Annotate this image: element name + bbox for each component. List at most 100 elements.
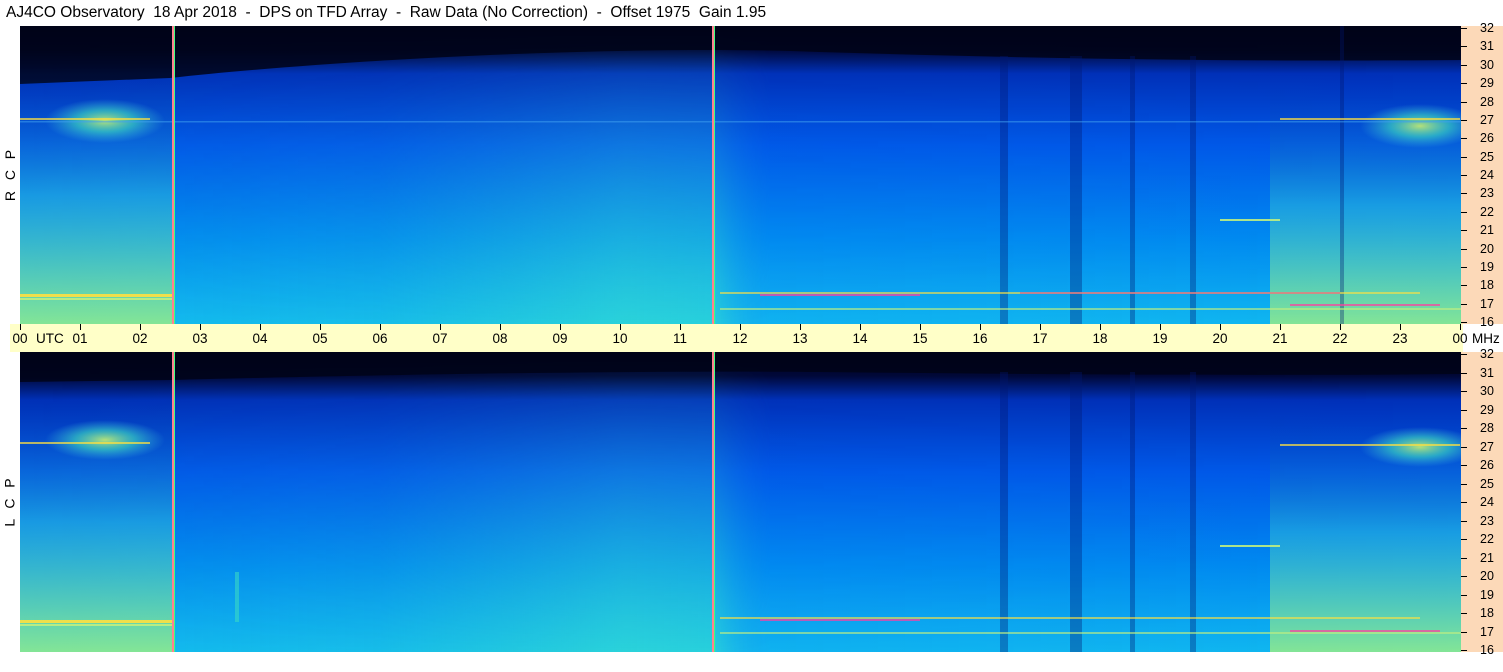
time-tick (140, 324, 141, 330)
time-tick (740, 324, 741, 330)
time-tick-label: 09 (552, 331, 568, 346)
freq-tick (1461, 193, 1467, 195)
time-tick (80, 324, 81, 330)
time-tick (620, 324, 621, 330)
time-tick (380, 324, 381, 330)
time-tick-label: 02 (132, 331, 148, 346)
time-axis: 00 01 02 03 04 05 06 07 08 09 10 11 12 13 14 15 16 17 18 19… (10, 324, 1500, 352)
time-tick (1400, 324, 1401, 330)
freq-tick (1461, 285, 1467, 287)
freq-tick-label: 16 (1480, 315, 1494, 329)
freq-tick (1461, 520, 1467, 522)
time-tick-label: 16 (972, 331, 988, 346)
freq-tick (1461, 613, 1467, 614)
freq-tick (1461, 446, 1467, 448)
time-tick (860, 324, 861, 330)
freq-tick (1461, 428, 1467, 429)
time-tick-label: 08 (492, 331, 508, 346)
time-tick (500, 324, 501, 330)
freq-tick (1461, 594, 1467, 596)
mhz-unit-label: MHz (1472, 331, 1500, 346)
freq-tick (1461, 557, 1467, 559)
freq-tick (1461, 650, 1467, 651)
freq-tick-label: 21 (1480, 550, 1494, 565)
utc-label: UTC (36, 331, 64, 346)
freq-tick-label: 25 (1480, 149, 1494, 164)
freq-tick-label: 29 (1480, 402, 1494, 417)
time-tick-label: 23 (1392, 331, 1408, 346)
time-tick-label: 15 (912, 331, 928, 346)
freq-tick-label: 25 (1480, 476, 1494, 491)
freq-tick-label: 20 (1480, 569, 1494, 583)
freq-tick-label: 17 (1480, 624, 1494, 639)
panel-label-lcp: L C P (0, 352, 20, 652)
freq-tick (1461, 539, 1467, 540)
freq-tick (1461, 64, 1467, 66)
time-tick (200, 324, 201, 330)
freq-tick-label: 26 (1480, 131, 1494, 146)
freq-tick (1461, 631, 1467, 633)
freq-tick (1461, 483, 1467, 485)
freq-tick-label: 26 (1480, 458, 1494, 472)
time-tick (1100, 324, 1101, 330)
freq-tick-label: 31 (1480, 365, 1494, 380)
freq-tick (1461, 248, 1467, 250)
freq-tick-label: 16 (1480, 643, 1494, 657)
freq-tick (1461, 83, 1467, 85)
time-tick (920, 324, 921, 330)
time-tick (1040, 324, 1041, 330)
time-tick (1280, 324, 1281, 330)
freq-tick (1461, 576, 1467, 577)
rcp-label-text: R C P (2, 148, 18, 202)
freq-tick (1461, 119, 1467, 121)
time-tick-label: 01 (72, 331, 88, 346)
freq-tick-label: 31 (1480, 39, 1494, 54)
freq-tick-label: 29 (1480, 76, 1494, 91)
lcp-label-text: L C P (2, 477, 18, 527)
freq-tick-label: 22 (1480, 204, 1494, 219)
freq-tick (1461, 391, 1467, 392)
time-tick (260, 324, 261, 330)
time-tick-label: 22 (1332, 331, 1348, 346)
time-tick-label: 13 (792, 331, 808, 346)
spectrogram-lcp[interactable] (20, 352, 1461, 652)
time-tick-label: 06 (372, 331, 388, 346)
time-tick-label: 00 (12, 331, 28, 346)
freq-tick-label: 28 (1480, 421, 1494, 435)
time-tick-label: 17 (1032, 331, 1048, 346)
freq-tick (1461, 354, 1467, 355)
freq-tick-label: 19 (1480, 587, 1494, 602)
time-tick (1340, 324, 1341, 330)
freq-tick (1461, 46, 1467, 48)
time-tick-label: 04 (252, 331, 268, 346)
time-tick-label: 10 (612, 331, 628, 346)
chart-title: AJ4CO Observatory 18 Apr 2018 - DPS on T… (6, 4, 767, 21)
time-tick (1460, 324, 1461, 330)
freq-tick-label: 17 (1480, 296, 1494, 311)
time-tick-label: 14 (852, 331, 868, 346)
time-tick-label: 12 (732, 331, 748, 346)
time-tick (440, 324, 441, 330)
freq-tick-label: 22 (1480, 532, 1494, 546)
time-tick (800, 324, 801, 330)
freq-tick-label: 23 (1480, 513, 1494, 528)
freq-tick (1461, 230, 1467, 232)
freq-tick (1461, 175, 1467, 176)
freq-tick-label: 23 (1480, 186, 1494, 201)
time-tick-label: 07 (432, 331, 448, 346)
freq-tick-label: 20 (1480, 241, 1494, 256)
time-tick-label: 19 (1152, 331, 1168, 346)
time-tick (320, 324, 321, 330)
time-tick-label: 05 (312, 331, 328, 346)
time-tick-label: 00 (1452, 331, 1468, 346)
freq-tick (1461, 372, 1467, 374)
freq-axis-lcp: 32 31 30 29 28 27 26 25 24 23 22 21 20 19 18 17 16 (1461, 347, 1503, 657)
freq-tick-label: 24 (1480, 495, 1494, 509)
freq-tick-label: 28 (1480, 94, 1494, 109)
spectrogram-rcp[interactable] (20, 26, 1461, 324)
freq-tick-label: 18 (1480, 606, 1494, 620)
panel-label-rcp: R C P (0, 26, 20, 324)
freq-tick (1461, 101, 1467, 103)
freq-tick (1461, 322, 1467, 323)
time-tick (1160, 324, 1161, 330)
